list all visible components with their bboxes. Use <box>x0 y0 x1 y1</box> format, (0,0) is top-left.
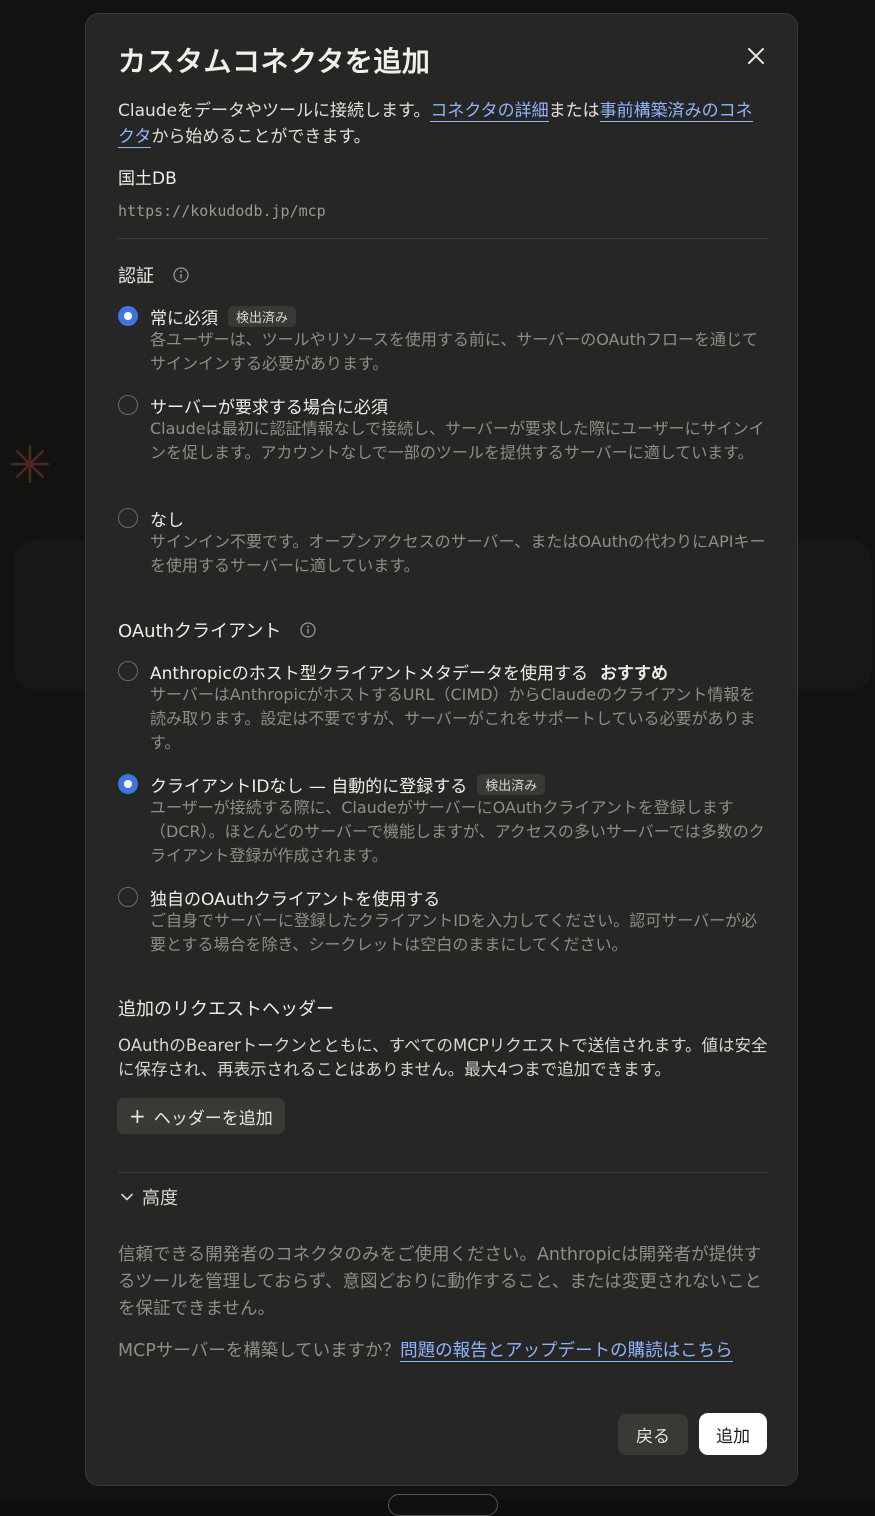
chevron-down-icon <box>120 1190 134 1204</box>
option-description: 各ユーザーは、ツールやリソースを使用する前に、サーバーのOAuthフローを通じて… <box>150 328 768 376</box>
option-label: Anthropicのホスト型クライアントメタデータを使用するおすすめ <box>150 659 668 684</box>
background-pill <box>388 1494 498 1516</box>
headers-description: OAuthのBearerトークンとともに、すべてのMCPリクエストで送信されます… <box>118 1034 770 1082</box>
info-icon[interactable] <box>172 266 190 289</box>
mcp-question: MCPサーバーを構築していますか？ <box>118 1341 400 1361</box>
detected-badge: 検出済み <box>477 774 545 795</box>
oauth-heading-label: OAuthクライアント <box>118 621 281 642</box>
radio-button[interactable] <box>118 395 138 415</box>
radio-button[interactable] <box>118 887 138 907</box>
advanced-label: 高度 <box>142 1184 178 1210</box>
divider <box>118 238 768 239</box>
mcp-builder-note: MCPサーバーを構築していますか？問題の報告とアップデートの購読はこちら <box>118 1338 773 1365</box>
add-button[interactable]: 追加 <box>699 1413 767 1455</box>
option-label: クライアントIDなし — 自動的に登録する検出済み <box>150 772 545 797</box>
option-label: 常に必須検出済み <box>150 304 296 329</box>
intro-text-post: から始めることができます。 <box>151 127 370 147</box>
option-label: 独自のOAuthクライアントを使用する <box>150 885 440 910</box>
connector-name: 国土DB <box>118 164 177 189</box>
add-header-label: ヘッダーを追加 <box>154 1104 273 1129</box>
feedback-subscribe-link[interactable]: 問題の報告とアップデートの購読はこちら <box>400 1341 733 1362</box>
option-description: サーバーはAnthropicがホストするURL（CIMD）からClaudeのクラ… <box>150 683 768 755</box>
detected-badge: 検出済み <box>228 306 296 327</box>
radio-button-selected[interactable] <box>118 306 138 326</box>
oauth-heading: OAuthクライアント <box>118 617 317 644</box>
close-icon[interactable] <box>742 42 770 70</box>
radio-button[interactable] <box>118 661 138 681</box>
intro-text-mid: または <box>549 101 600 121</box>
recommended-tag: おすすめ <box>600 664 668 684</box>
info-icon[interactable] <box>299 621 317 644</box>
option-description: Claudeは最初に認証情報なしで接続し、サーバーが要求した際にユーザーにサイン… <box>150 417 768 465</box>
advanced-toggle[interactable]: 高度 <box>120 1184 178 1210</box>
auth-heading: 認証 <box>118 262 190 289</box>
option-description: サインイン不要です。オープンアクセスのサーバー、またはOAuthの代わりにAPI… <box>150 530 768 578</box>
option-description: ご自身でサーバーに登録したクライアントIDを入力してください。認可サーバーが必要… <box>150 909 768 957</box>
back-button[interactable]: 戻る <box>618 1414 688 1455</box>
option-label: なし <box>150 506 184 531</box>
add-connector-dialog: カスタムコネクタを追加 Claudeをデータやツールに接続します。コネクタの詳細… <box>85 13 798 1486</box>
add-header-button[interactable]: + ヘッダーを追加 <box>117 1098 285 1134</box>
option-label: サーバーが要求する場合に必須 <box>150 393 388 418</box>
auth-heading-label: 認証 <box>118 266 154 287</box>
headers-heading: 追加のリクエストヘッダー <box>118 995 334 1021</box>
dialog-intro: Claudeをデータやツールに接続します。コネクタの詳細または事前構築済みのコネ… <box>118 98 768 150</box>
radio-button[interactable] <box>118 508 138 528</box>
claude-logo-icon: ✳ <box>8 438 64 494</box>
dialog-title: カスタムコネクタを追加 <box>118 40 430 80</box>
connector-url: https://kokudodb.jp/mcp <box>118 202 326 220</box>
intro-text: Claudeをデータやツールに接続します。 <box>118 101 430 121</box>
divider <box>118 1172 768 1173</box>
radio-button-selected[interactable] <box>118 774 138 794</box>
plus-icon: + <box>129 1104 146 1128</box>
option-description: ユーザーが接続する際に、ClaudeがサーバーにOAuthクライアントを登録しま… <box>150 796 768 868</box>
trust-warning: 信頼できる開発者のコネクタのみをご使用ください。Anthropicは開発者が提供… <box>118 1242 773 1323</box>
connector-details-link[interactable]: コネクタの詳細 <box>430 101 548 122</box>
